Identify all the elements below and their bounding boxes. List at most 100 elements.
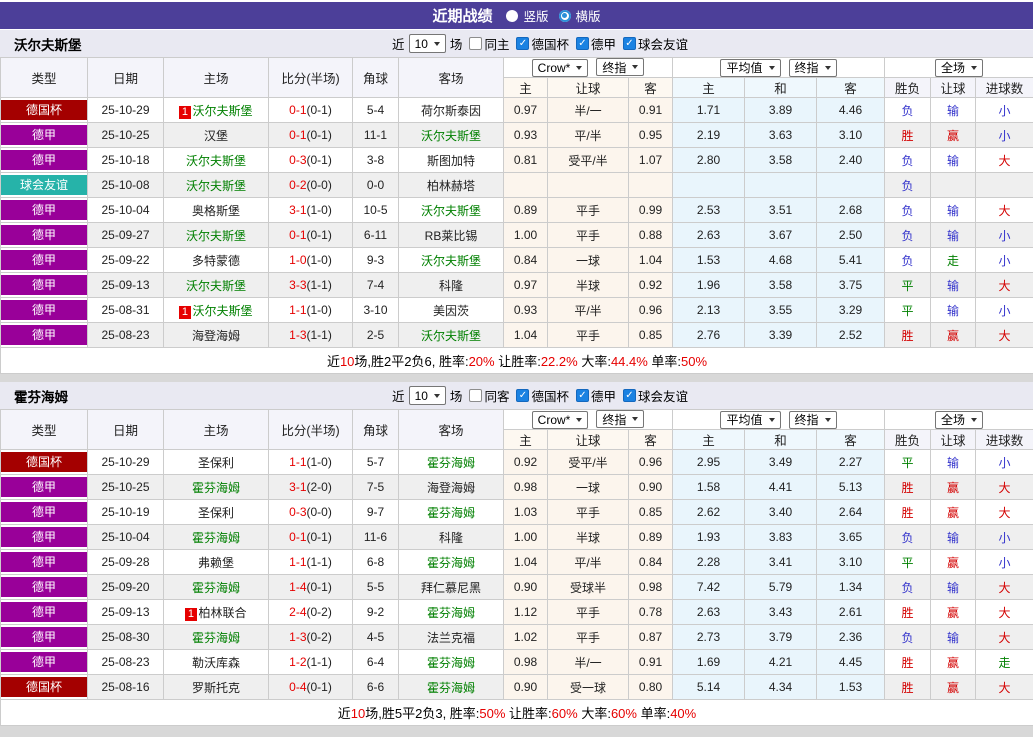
away-team-cell: 霍芬海姆 xyxy=(399,650,504,675)
result-cell: 输 xyxy=(931,625,976,650)
result-cell: 大 xyxy=(976,500,1033,525)
avg-odds-cell xyxy=(817,173,885,198)
chevron-down-icon xyxy=(825,418,831,422)
league-checkbox-german-cup[interactable]: ✓ xyxy=(516,37,529,50)
odds-cell: 0.87 xyxy=(629,625,673,650)
odds-time-select[interactable]: 终指 xyxy=(596,410,644,428)
chevron-down-icon xyxy=(434,42,440,46)
avg-odds-cell: 3.67 xyxy=(745,223,817,248)
home-team-name: 圣保利 xyxy=(198,506,234,520)
same-venue-checkbox[interactable] xyxy=(469,37,482,50)
home-team-cell: 霍芬海姆 xyxy=(164,575,269,600)
result-cell: 平 xyxy=(885,450,931,475)
avg-odds-cell: 2.13 xyxy=(673,298,745,323)
away-team-name: 霍芬海姆 xyxy=(427,681,475,695)
radio-selected-icon[interactable] xyxy=(559,10,571,22)
chevron-down-icon xyxy=(632,417,638,421)
match-count-select[interactable]: 10 xyxy=(409,386,446,405)
same-venue-checkbox[interactable] xyxy=(469,389,482,402)
handicap-cell: 平手 xyxy=(548,500,629,525)
league-checkbox-friendly[interactable]: ✓ xyxy=(623,389,636,402)
corner-cell: 3-8 xyxy=(353,148,399,173)
away-team-name: 霍芬海姆 xyxy=(427,556,475,570)
col-header-corner: 角球 xyxy=(353,58,399,98)
odds-cell: 0.89 xyxy=(504,198,548,223)
league-cell: 德甲 xyxy=(1,198,88,223)
away-team-cell: 美因茨 xyxy=(399,298,504,323)
odds-cell: 0.91 xyxy=(629,98,673,123)
handicap-cell: 受平/半 xyxy=(548,148,629,173)
fulltime-score: 1-2 xyxy=(289,655,306,669)
col-header-home: 主场 xyxy=(164,58,269,98)
average-select[interactable]: 平均值 xyxy=(720,411,780,429)
away-team-cell: 沃尔夫斯堡 xyxy=(399,198,504,223)
fulltime-score: 1-0 xyxy=(289,253,306,267)
col-header-corner: 角球 xyxy=(353,410,399,450)
result-cell xyxy=(931,173,976,198)
home-team-name: 霍芬海姆 xyxy=(192,531,240,545)
avg-odds-cell: 3.75 xyxy=(817,273,885,298)
avg-odds-cell: 3.39 xyxy=(745,323,817,348)
result-cell: 胜 xyxy=(885,500,931,525)
result-cell: 负 xyxy=(885,173,931,198)
league-checkbox-bundesliga[interactable]: ✓ xyxy=(576,37,589,50)
avg-odds-cell: 5.13 xyxy=(817,475,885,500)
result-cell: 小 xyxy=(976,450,1033,475)
odds-cell: 0.80 xyxy=(629,675,673,700)
handicap-cell: 平手 xyxy=(548,223,629,248)
layout-radio-vertical[interactable]: 竖版 xyxy=(506,6,548,25)
halftime-score: (0-1) xyxy=(307,228,332,242)
date-cell: 25-09-20 xyxy=(88,575,164,600)
match-count-select[interactable]: 10 xyxy=(409,34,446,53)
corner-cell: 9-3 xyxy=(353,248,399,273)
corner-cell: 11-6 xyxy=(353,525,399,550)
fulltime-score: 2-4 xyxy=(289,605,306,619)
league-checkbox-friendly[interactable]: ✓ xyxy=(623,37,636,50)
away-team-name: 法兰克福 xyxy=(427,631,475,645)
corner-cell: 6-11 xyxy=(353,223,399,248)
away-team-name: 沃尔夫斯堡 xyxy=(421,254,481,268)
odds-time-select[interactable]: 终指 xyxy=(596,58,644,76)
league-label-german-cup: 德国杯 xyxy=(531,34,569,53)
date-cell: 25-10-19 xyxy=(88,500,164,525)
result-cell: 大 xyxy=(976,273,1033,298)
col-header-type: 类型 xyxy=(1,410,88,450)
scope-select[interactable]: 全场 xyxy=(935,59,983,77)
handicap-cell: 平/半 xyxy=(548,550,629,575)
result-cell: 负 xyxy=(885,198,931,223)
league-checkbox-bundesliga[interactable]: ✓ xyxy=(576,389,589,402)
bookmaker-select[interactable]: Crow* xyxy=(532,411,589,429)
layout-radio-horizontal[interactable]: 横版 xyxy=(559,6,601,25)
title-bar: 近期战绩 竖版 横版 xyxy=(0,2,1033,30)
away-team-cell: 拜仁慕尼黑 xyxy=(399,575,504,600)
result-cell: 负 xyxy=(885,248,931,273)
avg-odds-cell: 4.45 xyxy=(817,650,885,675)
home-team-cell: 沃尔夫斯堡 xyxy=(164,223,269,248)
avg-odds-cell: 3.55 xyxy=(745,298,817,323)
avg-time-select[interactable]: 终指 xyxy=(789,411,837,429)
avg-odds-cell: 4.46 xyxy=(817,98,885,123)
avg-odds-cell: 3.40 xyxy=(745,500,817,525)
league-badge: 德甲 xyxy=(1,577,87,597)
avg-odds-cell: 2.95 xyxy=(673,450,745,475)
score-cell: 0-1(0-1) xyxy=(269,123,353,148)
odds-cell: 0.90 xyxy=(504,575,548,600)
corner-cell: 3-10 xyxy=(353,298,399,323)
handicap-cell: 平手 xyxy=(548,600,629,625)
scope-select[interactable]: 全场 xyxy=(935,411,983,429)
filter-bar-2: 近 10 场 同客 ✓ 德国杯 ✓ 德甲 ✓ 球会友谊 xyxy=(392,386,688,405)
bookmaker-select[interactable]: Crow* xyxy=(532,59,589,77)
league-checkbox-german-cup[interactable]: ✓ xyxy=(516,389,529,402)
radio-icon[interactable] xyxy=(506,10,518,22)
result-cell: 大 xyxy=(976,198,1033,223)
result-cell: 输 xyxy=(931,98,976,123)
result-cell: 大 xyxy=(976,148,1033,173)
home-team-cell: 沃尔夫斯堡 xyxy=(164,148,269,173)
subcol-away-odds: 客 xyxy=(629,78,673,98)
corner-cell: 6-6 xyxy=(353,675,399,700)
average-select[interactable]: 平均值 xyxy=(720,59,780,77)
league-cell: 德甲 xyxy=(1,298,88,323)
near-label: 近 xyxy=(392,386,405,405)
avg-time-select[interactable]: 终指 xyxy=(789,59,837,77)
corner-cell: 4-5 xyxy=(353,625,399,650)
